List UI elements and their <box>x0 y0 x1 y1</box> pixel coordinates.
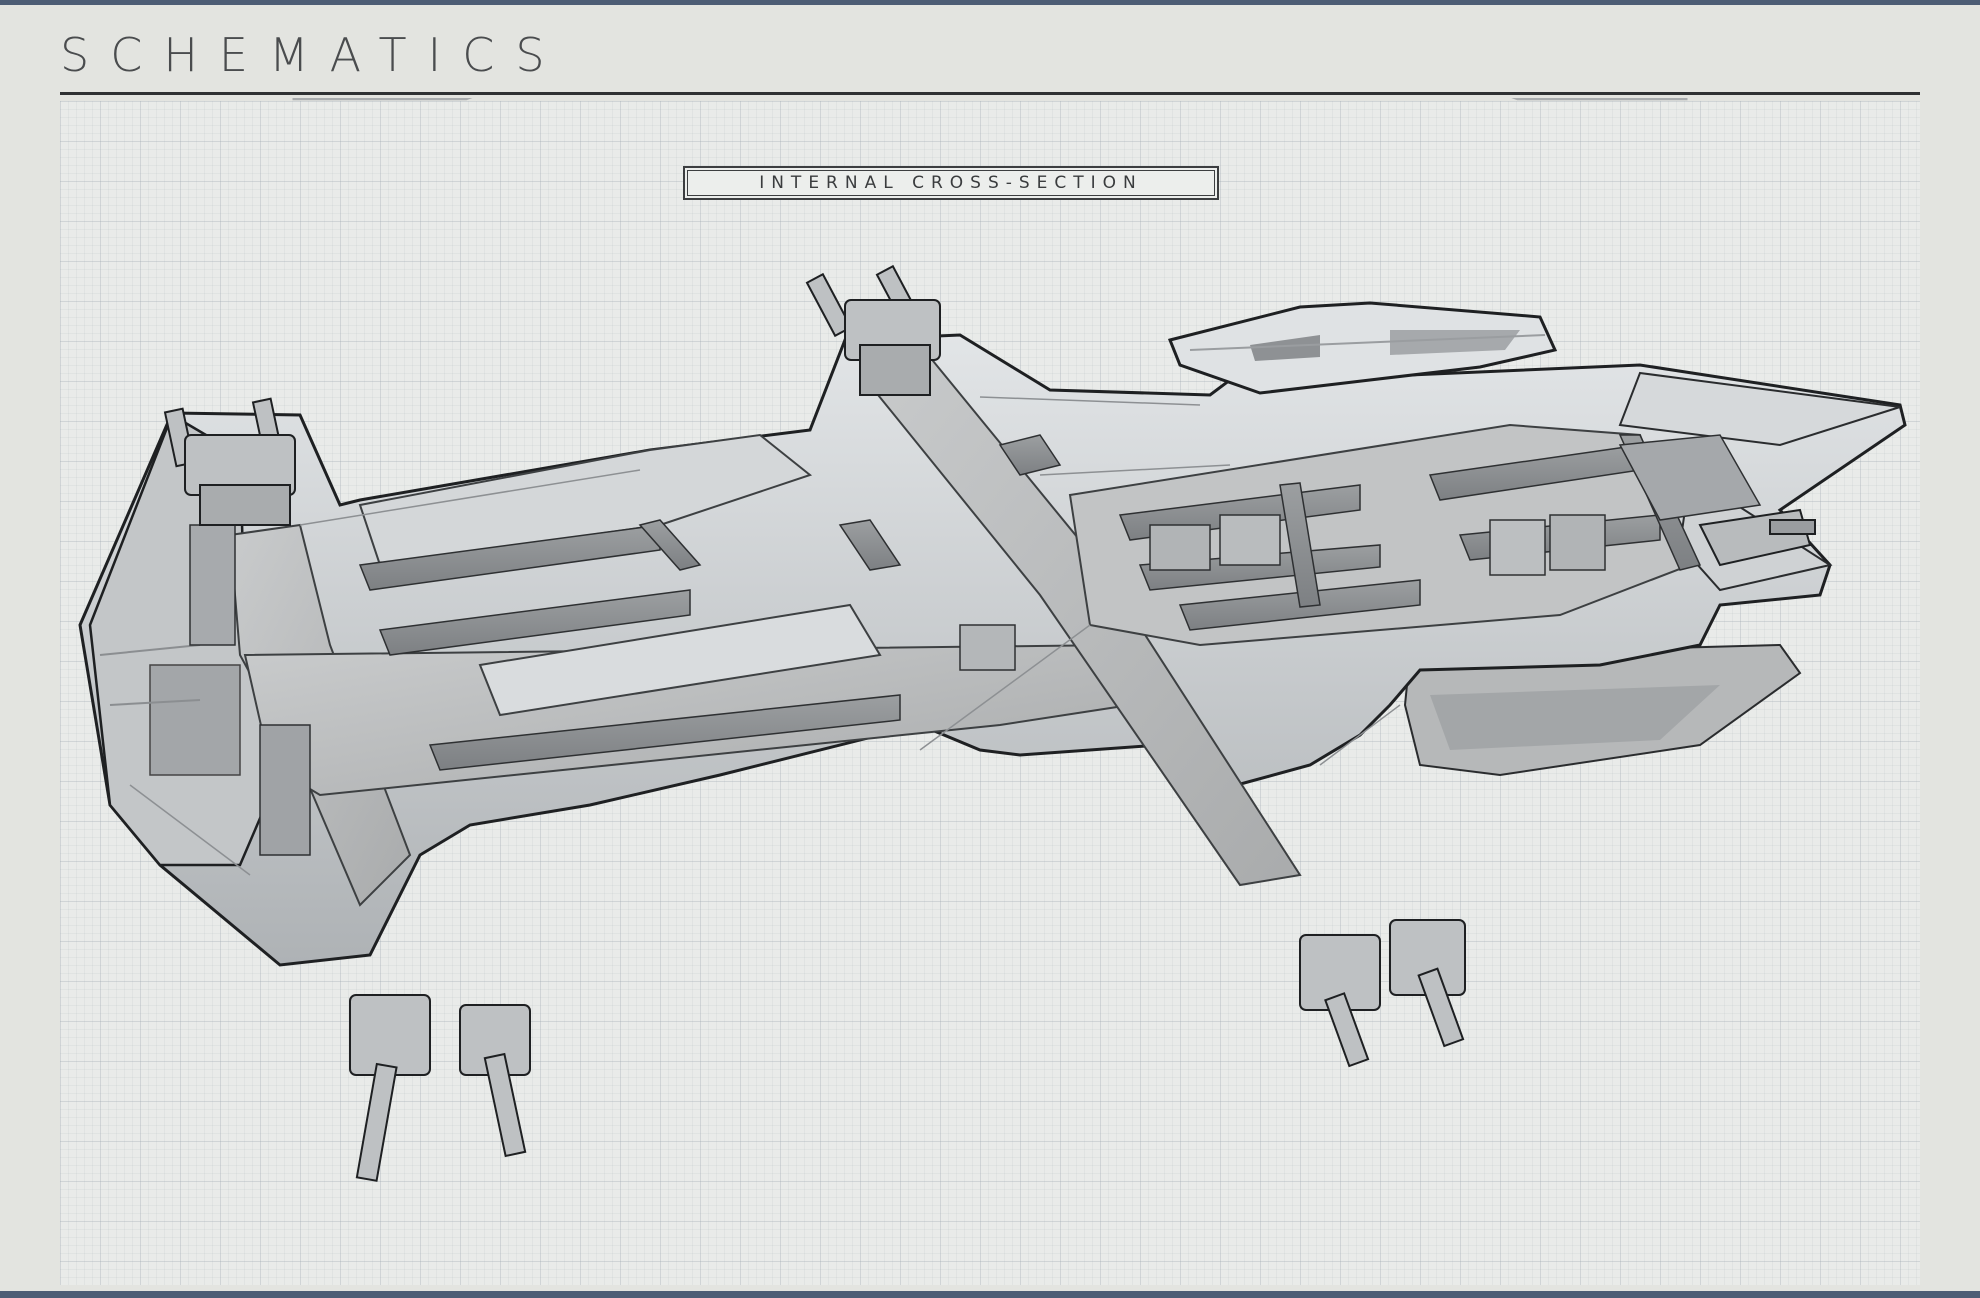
rear-bottom-turret <box>349 994 531 1182</box>
forward-bottom-turret <box>1299 919 1466 1068</box>
schematics-page: SCHEMATICS INTERNAL CROSS-SECTION <box>0 0 1980 1298</box>
forward-top-turret <box>805 264 941 396</box>
ship-cross-section-illustration <box>78 264 1907 1182</box>
